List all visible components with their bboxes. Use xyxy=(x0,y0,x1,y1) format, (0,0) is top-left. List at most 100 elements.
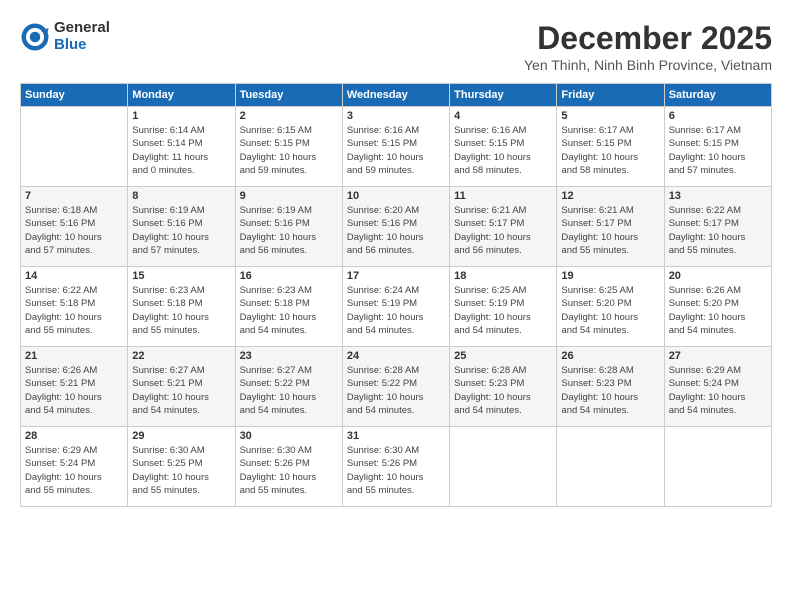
calendar-cell: 8 Sunrise: 6:19 AMSunset: 5:16 PMDaylight… xyxy=(128,187,235,267)
day-info: Sunrise: 6:23 AMSunset: 5:18 PMDaylight:… xyxy=(240,284,338,337)
page-header: General Blue December 2025 Yen Thinh, Ni… xyxy=(20,20,772,73)
day-number: 28 xyxy=(25,430,123,442)
calendar-week-row: 28 Sunrise: 6:29 AMSunset: 5:24 PMDayligh… xyxy=(21,427,772,507)
day-number: 9 xyxy=(240,190,338,202)
day-info: Sunrise: 6:29 AMSunset: 5:24 PMDaylight:… xyxy=(669,364,767,417)
calendar-cell: 15 Sunrise: 6:23 AMSunset: 5:18 PMDayligh… xyxy=(128,267,235,347)
calendar-cell: 14Sunrise: 6:22 AMSunset: 5:18 PMDayligh… xyxy=(21,267,128,347)
day-info: Sunrise: 6:26 AMSunset: 5:20 PMDaylight:… xyxy=(669,284,767,337)
day-info: Sunrise: 6:22 AMSunset: 5:17 PMDaylight:… xyxy=(669,204,767,257)
calendar-week-row: 7 Sunrise: 6:18 AMSunset: 5:16 PMDaylight… xyxy=(21,187,772,267)
day-number: 7 xyxy=(25,190,123,202)
day-number: 31 xyxy=(347,430,445,442)
calendar-cell: 5 Sunrise: 6:17 AMSunset: 5:15 PMDaylight… xyxy=(557,107,664,187)
calendar-cell: 19Sunrise: 6:25 AMSunset: 5:20 PMDayligh… xyxy=(557,267,664,347)
day-number: 23 xyxy=(240,350,338,362)
day-info: Sunrise: 6:27 AMSunset: 5:22 PMDaylight:… xyxy=(240,364,338,417)
day-number: 5 xyxy=(561,110,659,122)
day-info: Sunrise: 6:24 AMSunset: 5:19 PMDaylight:… xyxy=(347,284,445,337)
calendar-body: 1 Sunrise: 6:14 AMSunset: 5:14 PMDaylight… xyxy=(21,107,772,507)
calendar-cell: 3 Sunrise: 6:16 AMSunset: 5:15 PMDaylight… xyxy=(342,107,449,187)
day-info: Sunrise: 6:27 AMSunset: 5:21 PMDaylight:… xyxy=(132,364,230,417)
calendar-cell: 28 Sunrise: 6:29 AMSunset: 5:24 PMDayligh… xyxy=(21,427,128,507)
calendar-cell: 23 Sunrise: 6:27 AMSunset: 5:22 PMDayligh… xyxy=(235,347,342,427)
logo-icon xyxy=(20,22,50,52)
day-number: 30 xyxy=(240,430,338,442)
calendar-cell xyxy=(664,427,771,507)
day-info: Sunrise: 6:14 AMSunset: 5:14 PMDaylight:… xyxy=(132,124,230,177)
calendar-cell: 24Sunrise: 6:28 AMSunset: 5:22 PMDayligh… xyxy=(342,347,449,427)
day-number: 20 xyxy=(669,270,767,282)
calendar-table: SundayMondayTuesdayWednesdayThursdayFrid… xyxy=(20,83,772,507)
calendar-cell: 2Sunrise: 6:15 AMSunset: 5:15 PMDaylight… xyxy=(235,107,342,187)
calendar-cell: 22 Sunrise: 6:27 AMSunset: 5:21 PMDayligh… xyxy=(128,347,235,427)
title-section: December 2025 Yen Thinh, Ninh Binh Provi… xyxy=(524,20,772,73)
day-number: 21 xyxy=(25,350,123,362)
day-info: Sunrise: 6:28 AMSunset: 5:23 PMDaylight:… xyxy=(454,364,552,417)
month-title: December 2025 xyxy=(524,20,772,57)
calendar-cell: 12 Sunrise: 6:21 AMSunset: 5:17 PMDayligh… xyxy=(557,187,664,267)
weekday-header-wednesday: Wednesday xyxy=(342,84,449,107)
day-info: Sunrise: 6:30 AMSunset: 5:26 PMDaylight:… xyxy=(347,444,445,497)
day-info: Sunrise: 6:30 AMSunset: 5:25 PMDaylight:… xyxy=(132,444,230,497)
location: Yen Thinh, Ninh Binh Province, Vietnam xyxy=(524,57,772,73)
day-number: 19 xyxy=(561,270,659,282)
weekday-header-row: SundayMondayTuesdayWednesdayThursdayFrid… xyxy=(21,84,772,107)
day-number: 4 xyxy=(454,110,552,122)
calendar-cell: 26Sunrise: 6:28 AMSunset: 5:23 PMDayligh… xyxy=(557,347,664,427)
calendar-cell: 18Sunrise: 6:25 AMSunset: 5:19 PMDayligh… xyxy=(450,267,557,347)
weekday-header-saturday: Saturday xyxy=(664,84,771,107)
day-number: 22 xyxy=(132,350,230,362)
day-info: Sunrise: 6:17 AMSunset: 5:15 PMDaylight:… xyxy=(561,124,659,177)
day-number: 16 xyxy=(240,270,338,282)
day-number: 12 xyxy=(561,190,659,202)
day-number: 14 xyxy=(25,270,123,282)
day-number: 1 xyxy=(132,110,230,122)
logo-text: General Blue xyxy=(54,20,110,53)
calendar-cell: 6Sunrise: 6:17 AMSunset: 5:15 PMDaylight… xyxy=(664,107,771,187)
calendar-cell: 17 Sunrise: 6:24 AMSunset: 5:19 PMDayligh… xyxy=(342,267,449,347)
day-number: 11 xyxy=(454,190,552,202)
day-info: Sunrise: 6:28 AMSunset: 5:23 PMDaylight:… xyxy=(561,364,659,417)
day-info: Sunrise: 6:25 AMSunset: 5:19 PMDaylight:… xyxy=(454,284,552,337)
day-info: Sunrise: 6:26 AMSunset: 5:21 PMDaylight:… xyxy=(25,364,123,417)
day-info: Sunrise: 6:19 AMSunset: 5:16 PMDaylight:… xyxy=(132,204,230,257)
day-info: Sunrise: 6:16 AMSunset: 5:15 PMDaylight:… xyxy=(454,124,552,177)
calendar-cell: 9 Sunrise: 6:19 AMSunset: 5:16 PMDaylight… xyxy=(235,187,342,267)
day-number: 13 xyxy=(669,190,767,202)
day-info: Sunrise: 6:21 AMSunset: 5:17 PMDaylight:… xyxy=(561,204,659,257)
day-number: 24 xyxy=(347,350,445,362)
day-info: Sunrise: 6:20 AMSunset: 5:16 PMDaylight:… xyxy=(347,204,445,257)
day-info: Sunrise: 6:16 AMSunset: 5:15 PMDaylight:… xyxy=(347,124,445,177)
day-number: 29 xyxy=(132,430,230,442)
day-info: Sunrise: 6:23 AMSunset: 5:18 PMDaylight:… xyxy=(132,284,230,337)
day-info: Sunrise: 6:19 AMSunset: 5:16 PMDaylight:… xyxy=(240,204,338,257)
calendar-cell: 16 Sunrise: 6:23 AMSunset: 5:18 PMDayligh… xyxy=(235,267,342,347)
calendar-cell xyxy=(450,427,557,507)
day-info: Sunrise: 6:18 AMSunset: 5:16 PMDaylight:… xyxy=(25,204,123,257)
day-number: 17 xyxy=(347,270,445,282)
day-number: 3 xyxy=(347,110,445,122)
calendar-cell xyxy=(21,107,128,187)
calendar-cell: 11Sunrise: 6:21 AMSunset: 5:17 PMDayligh… xyxy=(450,187,557,267)
weekday-header-monday: Monday xyxy=(128,84,235,107)
day-number: 27 xyxy=(669,350,767,362)
day-number: 8 xyxy=(132,190,230,202)
weekday-header-friday: Friday xyxy=(557,84,664,107)
logo-general-text: General xyxy=(54,20,110,37)
calendar-cell xyxy=(557,427,664,507)
day-info: Sunrise: 6:30 AMSunset: 5:26 PMDaylight:… xyxy=(240,444,338,497)
calendar-header: SundayMondayTuesdayWednesdayThursdayFrid… xyxy=(21,84,772,107)
logo-blue-text: Blue xyxy=(54,37,110,54)
calendar-cell: 13 Sunrise: 6:22 AMSunset: 5:17 PMDayligh… xyxy=(664,187,771,267)
day-number: 6 xyxy=(669,110,767,122)
calendar-cell: 4 Sunrise: 6:16 AMSunset: 5:15 PMDaylight… xyxy=(450,107,557,187)
day-number: 15 xyxy=(132,270,230,282)
day-info: Sunrise: 6:15 AMSunset: 5:15 PMDaylight:… xyxy=(240,124,338,177)
weekday-header-tuesday: Tuesday xyxy=(235,84,342,107)
calendar-cell: 7 Sunrise: 6:18 AMSunset: 5:16 PMDaylight… xyxy=(21,187,128,267)
day-info: Sunrise: 6:29 AMSunset: 5:24 PMDaylight:… xyxy=(25,444,123,497)
weekday-header-thursday: Thursday xyxy=(450,84,557,107)
day-number: 10 xyxy=(347,190,445,202)
calendar-week-row: 14Sunrise: 6:22 AMSunset: 5:18 PMDayligh… xyxy=(21,267,772,347)
